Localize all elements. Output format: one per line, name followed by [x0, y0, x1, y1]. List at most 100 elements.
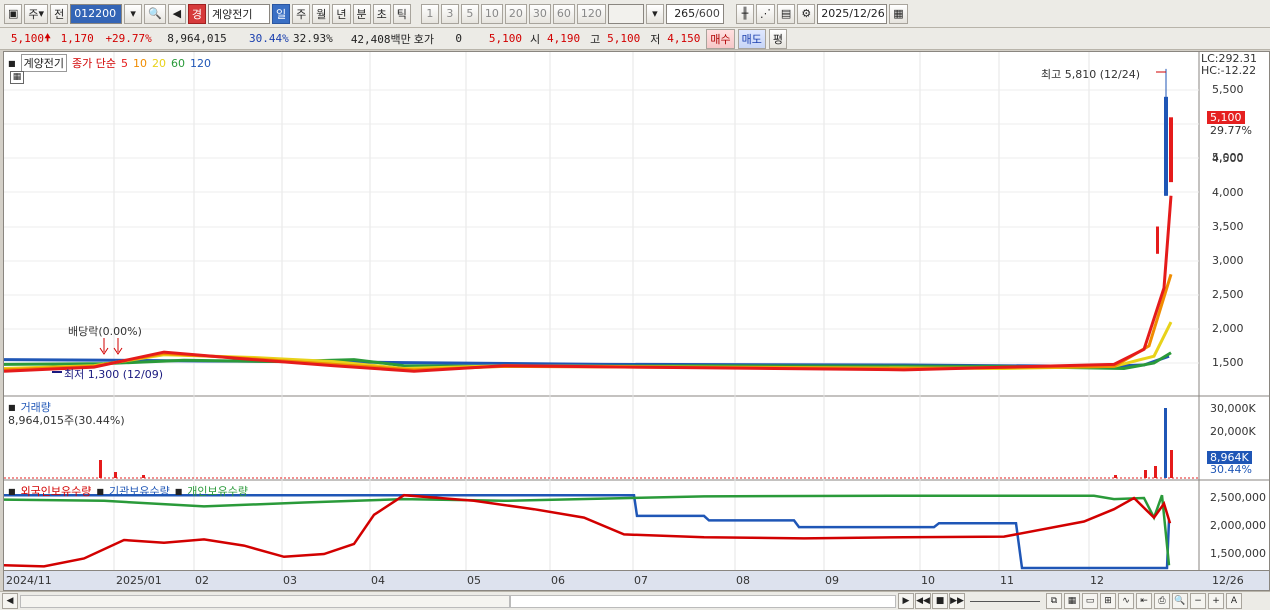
scroll-left-icon[interactable]: ◀: [2, 593, 18, 609]
volume-bar: [1144, 470, 1147, 478]
legend-foreign-holding[interactable]: 외국인보유수량: [21, 483, 92, 499]
period-minute-button[interactable]: 분: [352, 3, 371, 24]
code-dropdown-icon[interactable]: ▾: [124, 3, 143, 24]
chart-tool-icon[interactable]: ⊞: [1100, 593, 1116, 609]
buy-button[interactable]: 매수: [706, 28, 735, 49]
period-type-select[interactable]: 주 ▾: [24, 3, 49, 24]
volume-pct-tag: 30.44%: [1210, 463, 1252, 476]
search-icon[interactable]: 🔍: [144, 3, 166, 24]
save-icon[interactable]: ▤: [776, 3, 796, 24]
period-tick-button[interactable]: 틱: [392, 3, 411, 24]
rewind-icon[interactable]: ◀◀: [915, 593, 931, 609]
legend-ma-title[interactable]: 종가 단순: [72, 55, 116, 71]
minute-10-button[interactable]: 10: [480, 3, 503, 24]
period-label: 년: [336, 7, 347, 21]
legend-individual-holding[interactable]: 개인보유수량: [187, 483, 248, 499]
legend-square-icon: ■: [174, 486, 183, 496]
bottom-scrollbar[interactable]: ◀ ▶ ◀◀ ■ ▶▶ ⧉ ▦ ▭ ⊞ ∿ ⇤ ⎙ 🔍 − + A: [0, 591, 1270, 610]
legend-ma-120[interactable]: 120: [190, 57, 211, 70]
gear-icon[interactable]: ⚙: [797, 3, 816, 24]
draw-icon[interactable]: ∿: [1118, 593, 1134, 609]
minute-120-button[interactable]: 120: [576, 3, 606, 24]
legend-ma-10[interactable]: 10: [133, 57, 147, 70]
hold-y-tick: 2,500,000: [1210, 491, 1266, 504]
holding-legend: ■ 외국인보유수량 ■ 기관보유수량 ■ 개인보유수량: [8, 483, 248, 499]
prev-button[interactable]: 전: [50, 3, 69, 24]
minute-label: 10: [484, 7, 499, 20]
stock-code-input[interactable]: 012200: [70, 3, 123, 24]
y-tick: 4,500: [1212, 152, 1244, 165]
speaker-icon[interactable]: ◀: [167, 3, 186, 24]
period-label: 초: [376, 7, 387, 21]
quote-bar: 5,100 🠝 1,170 +29.77% 8,964,015 30.44% 3…: [0, 28, 1270, 50]
x-tick: 02: [195, 574, 209, 587]
custom-period-input[interactable]: [607, 3, 644, 24]
window-icon[interactable]: ▭: [1082, 593, 1098, 609]
fit-icon[interactable]: ⇤: [1136, 593, 1152, 609]
zoom-slider[interactable]: [970, 601, 1040, 602]
minute-3-button[interactable]: 3: [440, 3, 459, 24]
fast-forward-icon[interactable]: ▶▶: [949, 593, 965, 609]
candle-type-icon[interactable]: ╫: [735, 3, 754, 24]
price-change-pct: +29.77%: [105, 32, 152, 45]
stop-icon[interactable]: ■: [932, 593, 948, 609]
scroll-thumb[interactable]: [510, 595, 896, 608]
legend-ma-20[interactable]: 20: [152, 57, 166, 70]
period-day-button[interactable]: 일: [272, 3, 291, 24]
volume-bar: [114, 472, 117, 478]
y-tick: 5,500: [1212, 83, 1244, 96]
current-price-tag: 5,100: [1207, 111, 1245, 124]
sell-label: 매도: [741, 32, 762, 46]
zoom-icon[interactable]: 🔍: [1172, 593, 1188, 609]
minute-30-button[interactable]: 30: [528, 3, 551, 24]
minute-1-button[interactable]: 1: [420, 3, 439, 24]
minus-icon[interactable]: −: [1190, 593, 1206, 609]
minute-20-button[interactable]: 20: [504, 3, 527, 24]
date-input[interactable]: 2025/12/26: [817, 3, 888, 24]
grid-icon[interactable]: ▦: [1064, 593, 1080, 609]
minute-5-button[interactable]: 5: [460, 3, 479, 24]
vol-y-tick: 30,000K: [1210, 402, 1256, 415]
y-tick: 2,000: [1212, 322, 1244, 335]
period-week-button[interactable]: 주: [292, 3, 311, 24]
low-annotation: 최저 1,300 (12/09): [64, 368, 164, 381]
layout-icon[interactable]: ⧉: [1046, 593, 1062, 609]
chart-settings-icon[interactable]: ▣: [4, 3, 23, 24]
font-size-icon[interactable]: A: [1226, 593, 1242, 609]
data-count-field[interactable]: 265/600: [665, 3, 724, 24]
eval-button[interactable]: 평: [768, 28, 788, 49]
hold-y-tick: 2,000,000: [1210, 519, 1266, 532]
custom-period-dropdown-icon[interactable]: ▾: [645, 3, 664, 24]
minute-60-button[interactable]: 60: [552, 3, 575, 24]
plus-icon[interactable]: +: [1208, 593, 1224, 609]
legend-ma-60[interactable]: 60: [171, 57, 185, 70]
sell-button[interactable]: 매도: [737, 28, 766, 49]
legend-ma-5[interactable]: 5: [121, 57, 128, 70]
stock-name-field[interactable]: 계양전기: [208, 3, 271, 24]
period-month-button[interactable]: 월: [312, 3, 331, 24]
print-icon[interactable]: ⎙: [1154, 593, 1170, 609]
line-tool-icon[interactable]: ⋰: [755, 3, 775, 24]
period-second-button[interactable]: 초: [372, 3, 391, 24]
legend-stock-name[interactable]: 계양전기: [20, 54, 68, 72]
y-tick: 1,500: [1212, 356, 1244, 369]
calendar-icon[interactable]: ▦: [889, 3, 908, 24]
dividend-annotation: 배당락(0.00%): [68, 325, 142, 338]
y-tick: 3,000: [1212, 254, 1244, 267]
stock-name: 계양전기: [212, 7, 253, 21]
volume-value: 8,964,015: [167, 32, 227, 45]
x-tick: 07: [634, 574, 648, 587]
scroll-track[interactable]: [20, 595, 510, 608]
view-tools: ⧉ ▦ ▭ ⊞ ∿ ⇤ ⎙ 🔍 − + A: [1046, 593, 1242, 609]
prev-label: 전: [54, 7, 65, 21]
current-price: 5,100: [10, 32, 44, 45]
legend-square-icon: ■: [8, 58, 16, 68]
chart-area[interactable]: ■ 계양전기 종가 단순 5 10 20 60 120 ▦ LC:292.31 …: [3, 51, 1270, 591]
y-tick: 2,500: [1212, 288, 1244, 301]
hoga-label: 호가: [413, 32, 435, 46]
play-icon[interactable]: ▶: [898, 593, 914, 609]
legend-institution-holding[interactable]: 기관보유수량: [109, 483, 170, 499]
turnover-rate: 32.93%: [293, 32, 333, 45]
table-view-icon[interactable]: ▦: [10, 71, 24, 84]
period-year-button[interactable]: 년: [332, 3, 351, 24]
